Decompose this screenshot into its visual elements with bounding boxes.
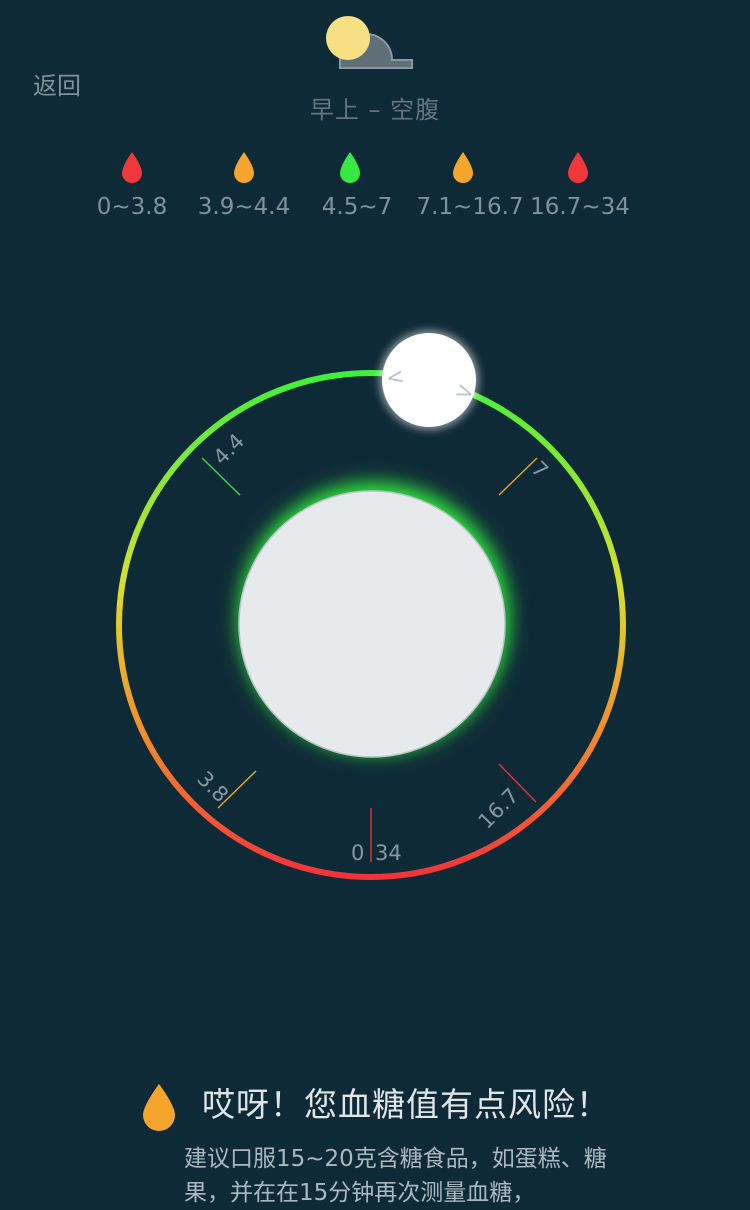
blood-drop-icon: [143, 1084, 175, 1131]
tick-label-16-7: 16.7: [474, 783, 524, 833]
alert-title: 哎呀！您血糖值有点风险！: [202, 1085, 610, 1124]
glucose-dial[interactable]: 4.4 7 3.8 16.7 0 34 < >: [0, 0, 750, 1206]
tick-label-4-4: 4.4: [209, 429, 250, 470]
tick-label-7: 7: [526, 457, 552, 483]
tick-label-zero: 0: [351, 841, 364, 865]
center-disc[interactable]: [238, 490, 506, 758]
tick-label-max: 34: [375, 841, 402, 865]
alert-message: 建议口服15~20克含糖食品，如蛋糕、糖果，并在在15分钟再次测量血糖，: [184, 1146, 607, 1206]
tick-label-3-8: 3.8: [192, 767, 233, 808]
